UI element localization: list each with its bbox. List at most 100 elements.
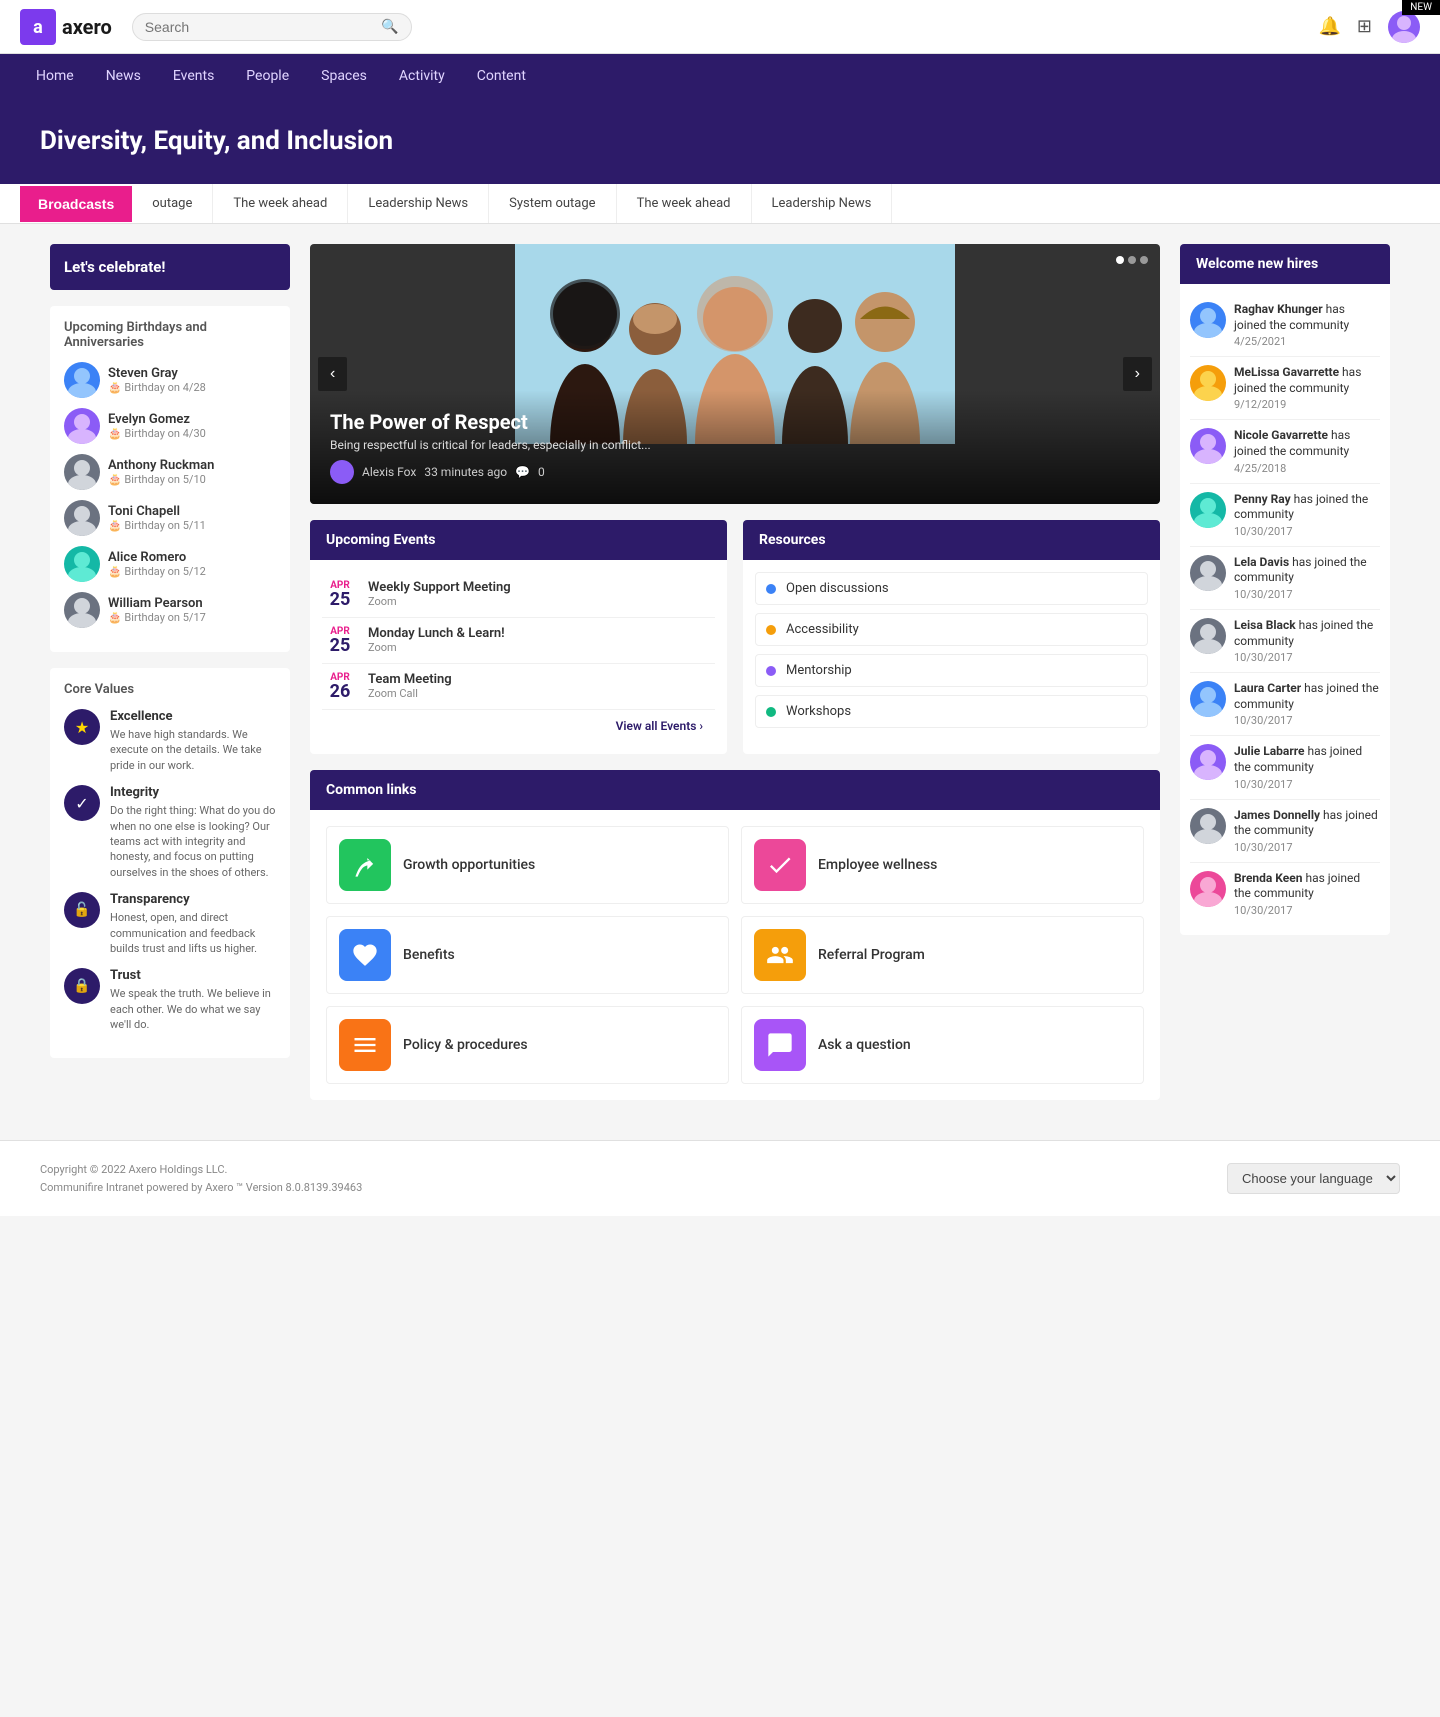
birthday-avatar-3 xyxy=(64,454,100,490)
nav-activity[interactable]: Activity xyxy=(383,54,461,98)
hire-item-2[interactable]: MeLissa Gavarrette has joined the commun… xyxy=(1190,357,1380,420)
cv-content-integrity: Integrity Do the right thing: What do yo… xyxy=(110,785,276,880)
link-policy-procedures[interactable]: Policy & procedures xyxy=(326,1006,729,1084)
hire-item-1[interactable]: Raghav Khunger has joined the community … xyxy=(1190,294,1380,357)
birthdays-box: Upcoming Birthdays and Anniversaries Ste… xyxy=(50,306,290,652)
hero-title: The Power of Respect xyxy=(330,410,1140,434)
search-bar[interactable]: 🔍 xyxy=(132,13,412,41)
birthday-info-5: Alice Romero 🎂 Birthday on 5/12 xyxy=(108,550,206,578)
hire-avatar-3 xyxy=(1190,428,1226,464)
event-date-2: APR 25 xyxy=(322,626,358,655)
resource-item-3[interactable]: Mentorship xyxy=(755,654,1148,687)
broadcast-item-5[interactable]: The week ahead xyxy=(617,184,752,223)
link-referral-program[interactable]: Referral Program xyxy=(741,916,1144,994)
hire-text-8: Julie Labarre has joined the community xyxy=(1234,744,1380,775)
event-info-3: Team Meeting Zoom Call xyxy=(368,672,452,700)
resource-item-2[interactable]: Accessibility xyxy=(755,613,1148,646)
hero-nav-left[interactable]: ‹ xyxy=(318,357,347,391)
svg-text:a: a xyxy=(33,17,43,38)
event-item-2[interactable]: APR 25 Monday Lunch & Learn! Zoom xyxy=(322,618,715,664)
event-date-1: APR 25 xyxy=(322,580,358,609)
hire-item-9[interactable]: James Donnelly has joined the community … xyxy=(1190,800,1380,863)
link-ask-question[interactable]: Ask a question xyxy=(741,1006,1144,1084)
welcome-box: Welcome new hires Raghav Khunger has joi… xyxy=(1180,244,1390,935)
language-select[interactable]: Choose your language xyxy=(1227,1163,1400,1194)
broadcast-item-4[interactable]: System outage xyxy=(489,184,616,223)
logo[interactable]: a axero xyxy=(20,9,112,45)
topbar-right: 🔔 ⊞ xyxy=(1318,11,1420,43)
right-sidebar: Welcome new hires Raghav Khunger has joi… xyxy=(1180,244,1390,1100)
cv-item-excellence: ★ Excellence We have high standards. We … xyxy=(64,709,276,773)
common-links-header: Common links xyxy=(310,770,1160,810)
hire-item-6[interactable]: Leisa Black has joined the community 10/… xyxy=(1190,610,1380,673)
hire-avatar-6 xyxy=(1190,618,1226,654)
hire-text-5: Lela Davis has joined the community xyxy=(1234,555,1380,586)
hire-text-2: MeLissa Gavarrette has joined the commun… xyxy=(1234,365,1380,396)
hire-item-4[interactable]: Penny Ray has joined the community 10/30… xyxy=(1190,484,1380,547)
resource-label-2: Accessibility xyxy=(786,622,859,637)
birthday-item: Steven Gray 🎂 Birthday on 4/28 xyxy=(64,362,276,398)
nav-spaces[interactable]: Spaces xyxy=(305,54,383,98)
notification-icon[interactable]: 🔔 xyxy=(1318,16,1340,37)
nav-news[interactable]: News xyxy=(90,54,157,98)
hire-item-5[interactable]: Lela Davis has joined the community 10/3… xyxy=(1190,547,1380,610)
broadcast-item-3[interactable]: Leadership News xyxy=(348,184,489,223)
hire-item-3[interactable]: Nicole Gavarrette has joined the communi… xyxy=(1190,420,1380,483)
birthday-avatar-4 xyxy=(64,500,100,536)
cv-title-trust: Trust xyxy=(110,968,276,983)
event-day-1: 25 xyxy=(322,591,358,609)
nav-home[interactable]: Home xyxy=(20,54,90,98)
welcome-body: Raghav Khunger has joined the community … xyxy=(1180,284,1390,935)
nav-people[interactable]: People xyxy=(230,54,305,98)
event-item-3[interactable]: APR 26 Team Meeting Zoom Call xyxy=(322,664,715,710)
hire-text-7: Laura Carter has joined the community xyxy=(1234,681,1380,712)
broadcast-item-6[interactable]: Leadership News xyxy=(752,184,893,223)
cv-item-trust: 🔒 Trust We speak the truth. We believe i… xyxy=(64,968,276,1032)
cv-icon-excellence: ★ xyxy=(64,709,100,745)
hero-nav-right[interactable]: › xyxy=(1123,357,1152,391)
common-links-box: Common links Growth opportunities Employ… xyxy=(310,770,1160,1100)
footer: Copyright © 2022 Axero Holdings LLC. Com… xyxy=(0,1140,1440,1216)
broadcast-item-2[interactable]: The week ahead xyxy=(213,184,348,223)
user-avatar[interactable] xyxy=(1388,11,1420,43)
event-item-1[interactable]: APR 25 Weekly Support Meeting Zoom xyxy=(322,572,715,618)
broadcasts-button[interactable]: Broadcasts xyxy=(20,186,132,222)
hire-item-8[interactable]: Julie Labarre has joined the community 1… xyxy=(1190,736,1380,799)
broadcasts-items: outage The week ahead Leadership News Sy… xyxy=(132,184,892,223)
resource-item-4[interactable]: Workshops xyxy=(755,695,1148,728)
hero-dot-2[interactable] xyxy=(1128,256,1136,264)
hire-date-7: 10/30/2017 xyxy=(1234,714,1380,727)
link-benefits[interactable]: Benefits xyxy=(326,916,729,994)
cv-item-transparency: 🔓 Transparency Honest, open, and direct … xyxy=(64,892,276,956)
hire-date-8: 10/30/2017 xyxy=(1234,778,1380,791)
hero-dot-3[interactable] xyxy=(1140,256,1148,264)
link-label-wellness: Employee wellness xyxy=(818,857,937,873)
resource-item-1[interactable]: Open discussions xyxy=(755,572,1148,605)
cv-content-trust: Trust We speak the truth. We believe in … xyxy=(110,968,276,1032)
nav-content[interactable]: Content xyxy=(461,54,542,98)
link-growth-opportunities[interactable]: Growth opportunities xyxy=(326,826,729,904)
broadcast-item-1[interactable]: outage xyxy=(132,184,213,223)
resources-header: Resources xyxy=(743,520,1160,560)
hire-item-10[interactable]: Brenda Keen has joined the community 10/… xyxy=(1190,863,1380,925)
hire-avatar-4 xyxy=(1190,492,1226,528)
hire-item-7[interactable]: Laura Carter has joined the community 10… xyxy=(1190,673,1380,736)
resource-label-4: Workshops xyxy=(786,704,851,719)
nav-events[interactable]: Events xyxy=(157,54,230,98)
birthday-date-4: 🎂 Birthday on 5/11 xyxy=(108,519,206,532)
birthday-name-3: Anthony Ruckman xyxy=(108,458,214,473)
view-all-events-link[interactable]: View all Events › xyxy=(616,719,703,733)
hire-text-4: Penny Ray has joined the community xyxy=(1234,492,1380,523)
add-icon[interactable]: ⊞ xyxy=(1357,16,1372,37)
hire-date-5: 10/30/2017 xyxy=(1234,588,1380,601)
cv-content-transparency: Transparency Honest, open, and direct co… xyxy=(110,892,276,956)
hire-date-10: 10/30/2017 xyxy=(1234,904,1380,917)
resources-box: Resources Open discussions Accessibility… xyxy=(743,520,1160,754)
event-day-2: 25 xyxy=(322,637,358,655)
search-input[interactable] xyxy=(145,19,382,35)
view-all-events[interactable]: View all Events › xyxy=(322,710,715,742)
birthday-info-1: Steven Gray 🎂 Birthday on 4/28 xyxy=(108,366,206,394)
hero-dot-1[interactable] xyxy=(1116,256,1124,264)
birthday-avatar-1 xyxy=(64,362,100,398)
link-employee-wellness[interactable]: Employee wellness xyxy=(741,826,1144,904)
